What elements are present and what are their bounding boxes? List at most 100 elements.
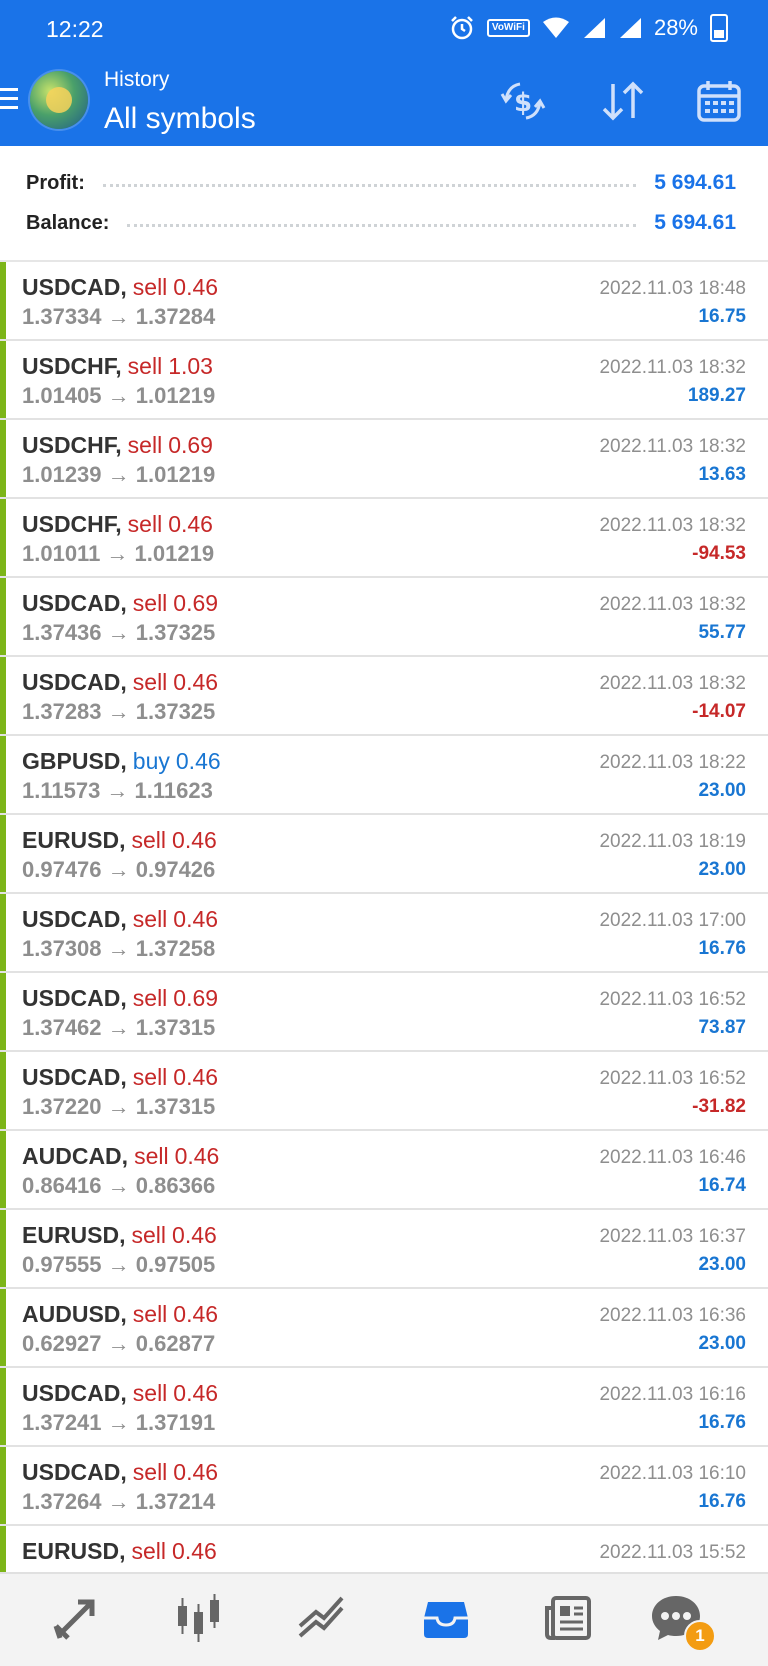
trade-row[interactable]: USDCHF, sell 1.03 1.01405 → 1.01219 2022.11.… — [0, 341, 768, 420]
trade-time: 2022.11.03 18:22 — [599, 752, 746, 773]
trade-title: EURUSD, sell 0.46 — [22, 1538, 217, 1565]
quotes-icon[interactable] — [50, 1592, 102, 1644]
chart-icon[interactable] — [173, 1592, 225, 1644]
trade-title: EURUSD, sell 0.46 — [22, 827, 217, 854]
trade-profit: 189.27 — [687, 385, 746, 406]
menu-icon[interactable] — [0, 88, 20, 114]
trade-symbol: USDCAD, — [22, 1064, 127, 1090]
trade-title: USDCAD, sell 0.46 — [22, 1380, 218, 1407]
calendar-icon[interactable] — [694, 78, 744, 124]
trade-volume: 0.46 — [173, 1064, 219, 1090]
trade-prices: 1.01405 → 1.01219 — [22, 383, 216, 408]
trade-symbol: AUDCAD, — [22, 1143, 129, 1169]
trade-symbol: EURUSD, — [22, 1222, 126, 1248]
trade-volume: 0.46 — [173, 274, 219, 300]
trade-symbol: USDCHF, — [22, 432, 122, 458]
battery-icon — [710, 14, 728, 42]
currency-exchange-icon[interactable]: $ — [498, 78, 548, 124]
trade-volume: 0.46 — [172, 1538, 217, 1564]
trade-volume: 0.69 — [173, 590, 219, 616]
trade-profit: 16.75 — [698, 306, 746, 327]
trade-time: 2022.11.03 18:32 — [599, 594, 746, 615]
trade-row[interactable]: USDCHF, sell 0.46 1.01011 → 1.01219 2022.11.… — [0, 499, 768, 578]
trade-profit: 13.63 — [698, 464, 746, 485]
trade-time: 2022.11.03 18:32 — [599, 515, 746, 536]
trade-row[interactable]: USDCAD, sell 0.46 1.37283 → 1.37325 2022.11.… — [0, 657, 768, 736]
trade-side: sell — [131, 1538, 167, 1564]
page-subtitle: History — [104, 68, 170, 91]
trade-side: sell — [132, 1459, 168, 1485]
trade-time: 2022.11.03 16:52 — [599, 1068, 746, 1089]
trade-history-list[interactable]: USDCAD, sell 0.46 1.37334 → 1.37284 2022.11.… — [0, 262, 768, 1572]
sort-icon[interactable] — [598, 78, 648, 124]
balance-label: Balance: — [26, 211, 110, 234]
trade-side: sell — [127, 432, 163, 458]
trade-prices: 0.97555 → 0.97505 — [22, 1252, 216, 1277]
trade-profit: 23.00 — [698, 780, 746, 801]
dotted-leader — [127, 223, 637, 227]
trade-side: sell — [131, 827, 167, 853]
trade-prices: 1.01011 → 1.01219 — [22, 541, 215, 566]
trade-row[interactable]: AUDCAD, sell 0.46 0.86416 → 0.86366 2022.11.… — [0, 1131, 768, 1210]
trade-symbol: USDCAD, — [22, 669, 127, 695]
chat-icon[interactable]: 1 — [650, 1592, 716, 1652]
signal-icon — [583, 18, 605, 38]
trade-row[interactable]: USDCAD, sell 0.46 1.37264 → 1.37214 2022.11.… — [0, 1447, 768, 1526]
trade-volume: 0.46 — [172, 827, 217, 853]
news-icon[interactable] — [543, 1592, 595, 1644]
profit-value: 5 694.61 — [654, 171, 736, 194]
trade-side: sell — [132, 906, 168, 932]
trade-prices: 1.37334 → 1.37284 — [22, 304, 216, 329]
trade-row[interactable]: USDCHF, sell 0.69 1.01239 → 1.01219 2022.11.… — [0, 420, 768, 499]
trade-row[interactable]: USDCAD, sell 0.69 1.37462 → 1.37315 2022.11.… — [0, 973, 768, 1052]
trade-row[interactable]: USDCAD, sell 0.69 1.37436 → 1.37325 2022.11.… — [0, 578, 768, 657]
trade-profit: 16.74 — [698, 1175, 746, 1196]
trade-title: USDCAD, sell 0.46 — [22, 1064, 218, 1091]
balance-value: 5 694.61 — [654, 211, 736, 234]
trade-volume: 0.46 — [173, 1459, 219, 1485]
app-logo — [30, 71, 88, 129]
trade-symbol: USDCAD, — [22, 1380, 127, 1406]
trade-prices: 1.37283 → 1.37325 — [22, 699, 216, 724]
trade-side: sell — [127, 353, 163, 379]
trade-time: 2022.11.03 18:32 — [599, 357, 746, 378]
trade-time: 2022.11.03 18:48 — [599, 278, 746, 299]
trade-volume: 0.46 — [174, 1143, 220, 1169]
trade-prices: 1.37308 → 1.37258 — [22, 936, 216, 961]
vowifi-badge: VoWiFi — [486, 19, 530, 37]
trade-row[interactable]: EURUSD, sell 0.46 0.97476 → 0.97426 2022.11.… — [0, 815, 768, 894]
trade-row[interactable]: AUDUSD, sell 0.46 0.62927 → 0.62877 2022.11.… — [0, 1289, 768, 1368]
alarm-icon — [451, 16, 473, 40]
trade-side: sell — [132, 590, 168, 616]
trade-profit: -14.07 — [692, 701, 746, 722]
trade-icon[interactable] — [296, 1592, 348, 1644]
trade-prices: 1.37220 → 1.37315 — [22, 1094, 216, 1119]
trade-time: 2022.11.03 18:19 — [599, 831, 746, 852]
status-time: 12:22 — [46, 16, 104, 42]
status-icons: VoWiFi 28% — [449, 14, 728, 42]
trade-title: USDCAD, sell 0.69 — [22, 985, 218, 1012]
trade-row[interactable]: EURUSD, sell 0.46 0.97555 → 0.97505 2022.11.… — [0, 1210, 768, 1289]
trade-side: sell — [132, 985, 168, 1011]
trade-row[interactable]: USDCAD, sell 0.46 1.37308 → 1.37258 2022.11.… — [0, 894, 768, 973]
dotted-leader — [102, 183, 637, 187]
trade-time: 2022.11.03 15:52 — [599, 1542, 746, 1563]
trade-time: 2022.11.03 17:00 — [599, 910, 746, 931]
trade-time: 2022.11.03 16:46 — [599, 1147, 746, 1168]
trade-row[interactable]: USDCAD, sell 0.46 1.37334 → 1.37284 2022.11.… — [0, 262, 768, 341]
trade-title: USDCAD, sell 0.46 — [22, 906, 218, 933]
trade-title: GBPUSD, buy 0.46 — [22, 748, 221, 775]
trade-row[interactable]: USDCAD, sell 0.46 1.37220 → 1.37315 2022.11.… — [0, 1052, 768, 1131]
page-title[interactable]: All symbols — [104, 102, 256, 136]
trade-side: sell — [132, 1301, 168, 1327]
trade-symbol: USDCAD, — [22, 906, 127, 932]
trade-row[interactable]: EURUSD,sell0.460.97624 → 0.975742022.11.… — [0, 1526, 768, 1572]
trade-title: USDCHF, sell 0.69 — [22, 432, 213, 459]
trade-volume: 0.69 — [173, 985, 219, 1011]
trade-row[interactable]: USDCAD, sell 0.46 1.37241 → 1.37191 2022.11.… — [0, 1368, 768, 1447]
trade-volume: 0.46 — [168, 511, 213, 537]
history-icon[interactable] — [420, 1592, 472, 1644]
trade-side: sell — [132, 669, 168, 695]
trade-title: EURUSD, sell 0.46 — [22, 1222, 217, 1249]
trade-row[interactable]: GBPUSD, buy 0.46 1.11573 → 1.11623 2022.11.0… — [0, 736, 768, 815]
